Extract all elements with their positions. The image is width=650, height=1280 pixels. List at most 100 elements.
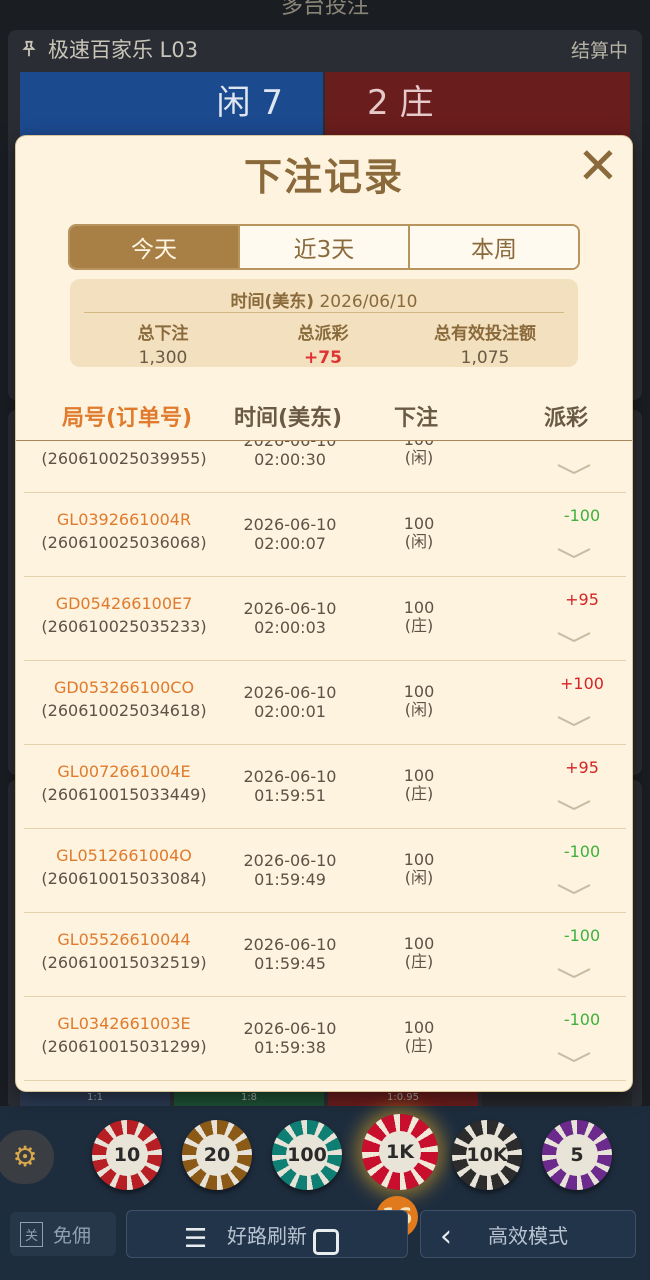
table-row[interactable]: GD054266100E7 (260610025035233) 2026-06-…	[24, 577, 626, 661]
toggle-label: 免佣	[53, 1224, 92, 1247]
bet-side: (闲)	[404, 868, 434, 887]
close-icon[interactable]: ✕	[574, 141, 622, 191]
commission-free-toggle[interactable]: 关 免佣	[10, 1212, 116, 1256]
odds-banker[interactable]: 1:0.95	[328, 1092, 478, 1106]
mode-label: 高效模式	[488, 1223, 568, 1248]
order-cell: GL05526610044 (260610015032519)	[24, 930, 224, 972]
odds-tie[interactable]: 1:8	[174, 1092, 324, 1106]
bet-cell: 100 (闲)	[384, 515, 454, 551]
game-id[interactable]: GL0512661004O	[24, 846, 224, 865]
chip-label: 100	[286, 1134, 328, 1176]
header-time: 时间(美东)	[233, 406, 343, 431]
odds-bar: 1:1 1:8 1:0.95	[20, 1092, 632, 1106]
order-id: (260610015031299)	[41, 1037, 207, 1056]
page-title: 多台投注	[280, 0, 369, 19]
payout-value: -100	[563, 506, 601, 525]
chevron-down-icon[interactable]	[557, 545, 591, 565]
chip-label: 5	[556, 1134, 598, 1176]
payout-value: -100	[563, 1010, 601, 1029]
good-road-refresh-button[interactable]: 好路刷新	[126, 1210, 408, 1258]
table-row[interactable]: GL05526610044 (260610015032519) 2026-06-…	[24, 913, 626, 997]
game-id[interactable]: GL0072661004E	[24, 762, 224, 781]
table-row[interactable]: GL0512661004O (260610015033084) 2026-06-…	[24, 829, 626, 913]
total-payout-label: 总派彩	[297, 324, 349, 344]
bet-time: 02:00:03	[254, 618, 326, 637]
table-row[interactable]: GD053266100CO (260610025034618) 2026-06-…	[24, 661, 626, 745]
nav-home-icon[interactable]	[313, 1229, 339, 1255]
time-cell: 2026-06-10 01:59:49	[230, 851, 350, 889]
chip-label: 10K	[466, 1134, 508, 1176]
bet-cell: 100 (庄)	[384, 1019, 454, 1055]
game-id[interactable]: GL0342661003E	[24, 1014, 224, 1033]
player-result: 闲 7	[20, 72, 323, 142]
table-row[interactable]: GL0072661004E (260610015033449) 2026-06-…	[24, 745, 626, 829]
bet-amount: 100	[403, 514, 435, 533]
tab-this-week[interactable]: 本周	[408, 226, 578, 268]
chevron-down-icon[interactable]	[557, 797, 591, 817]
chevron-down-icon[interactable]	[557, 965, 591, 985]
efficient-mode-button[interactable]: 高效模式	[420, 1210, 636, 1258]
table-row[interactable]: GD056266100HA (260610025039955) 2026-06-…	[24, 441, 626, 493]
odds-other[interactable]	[482, 1092, 632, 1106]
total-bet-value: 1,300	[138, 348, 188, 368]
bet-side: (庄)	[404, 784, 434, 803]
gear-icon: ⚙	[12, 1140, 38, 1173]
order-cell: GL0342661003E (260610015031299)	[24, 1014, 224, 1056]
order-id: (260610025035233)	[41, 617, 207, 636]
chevron-down-icon[interactable]	[557, 461, 591, 481]
order-cell: GD056266100HA (260610025039955)	[24, 441, 224, 468]
valid-bet-label: 总有效投注额	[434, 324, 536, 344]
chip-label: 10	[106, 1134, 148, 1176]
bet-side: (庄)	[404, 616, 434, 635]
banker-result: 2 庄	[325, 72, 630, 142]
table-header: 局号(订单号) 时间(美东) 下注 派彩	[16, 394, 632, 441]
bet-amount: 100	[403, 682, 435, 701]
refresh-label: 好路刷新	[227, 1223, 307, 1248]
order-cell: GL0072661004E (260610015033449)	[24, 762, 224, 804]
modal-title: 下注记录	[243, 155, 404, 199]
chip-10k[interactable]: 10K	[452, 1120, 522, 1190]
bet-date: 2026-06-10	[243, 767, 337, 786]
table-row[interactable]: GL0342661003E (260610015031299) 2026-06-…	[24, 997, 626, 1081]
game-id[interactable]: GL05526610044	[24, 930, 224, 949]
odds-player[interactable]: 1:1	[20, 1092, 170, 1106]
bet-amount: 100	[403, 850, 435, 869]
chevron-down-icon[interactable]	[557, 629, 591, 649]
record-list[interactable]: GD056266100HA (260610025039955) 2026-06-…	[24, 441, 626, 1091]
order-id: (260610015032519)	[41, 953, 207, 972]
room-header: 极速百家乐 L03	[20, 34, 198, 64]
game-id[interactable]: GD054266100E7	[24, 594, 224, 613]
table-row[interactable]: GL0392661004R (260610025036068) 2026-06-…	[24, 493, 626, 577]
payout-value: +95	[565, 590, 599, 609]
time-cell: 2026-06-10 02:00:01	[230, 683, 350, 721]
payout-value: +100	[560, 674, 604, 693]
game-id[interactable]: GD056266100HA	[24, 441, 224, 445]
chip-5[interactable]: 5	[542, 1120, 612, 1190]
nav-menu-icon[interactable]: ☰	[184, 1226, 207, 1252]
room-status: 结算中	[570, 40, 628, 62]
total-bet-label: 总下注	[137, 324, 189, 344]
tab-today[interactable]: 今天	[70, 226, 238, 268]
chip-100[interactable]: 100	[272, 1120, 342, 1190]
chevron-down-icon[interactable]	[557, 881, 591, 901]
chip-10[interactable]: 10	[92, 1120, 162, 1190]
bet-time: 01:59:45	[254, 954, 326, 973]
bet-side: (闲)	[404, 700, 434, 719]
settings-button[interactable]: ⚙	[0, 1130, 54, 1184]
tab-last-3-days[interactable]: 近3天	[238, 226, 408, 268]
nav-back-icon[interactable]: ‹	[440, 1222, 452, 1252]
game-id[interactable]: GD053266100CO	[24, 678, 224, 697]
game-id[interactable]: GL0392661004R	[24, 510, 224, 529]
bet-time: 02:00:07	[254, 534, 326, 553]
chevron-down-icon[interactable]	[557, 713, 591, 733]
chevron-down-icon[interactable]	[557, 1049, 591, 1069]
chip-1k-selected[interactable]: 1K	[362, 1114, 438, 1190]
order-id: (260610025034618)	[41, 701, 207, 720]
order-id: (260610025039955)	[41, 449, 207, 468]
bet-amount: 100	[403, 934, 435, 953]
order-cell: GD053266100CO (260610025034618)	[24, 678, 224, 720]
pin-icon[interactable]	[20, 40, 38, 58]
bet-cell: 100 (庄)	[384, 935, 454, 971]
time-cell: 2026-06-10 02:00:03	[230, 599, 350, 637]
chip-20[interactable]: 20	[182, 1120, 252, 1190]
